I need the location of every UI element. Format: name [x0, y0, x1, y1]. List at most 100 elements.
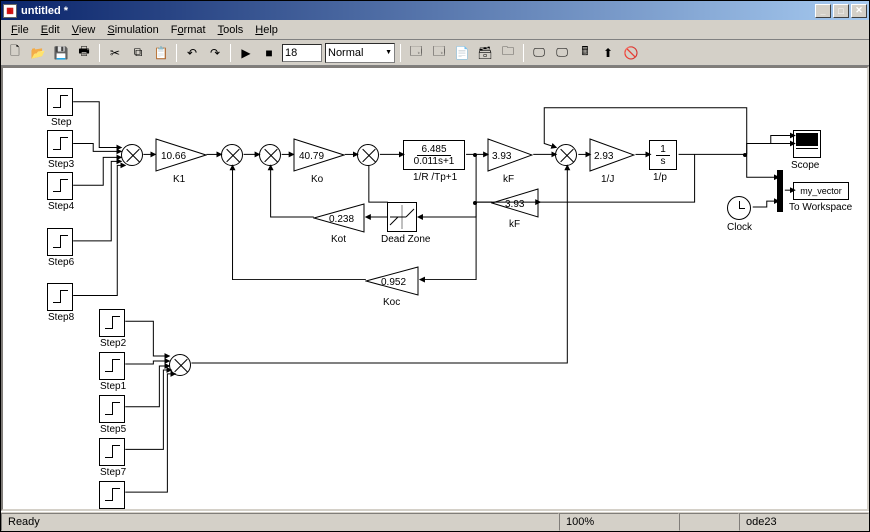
simulink-window: ▦ untitled * _ □ ✕ FFileile Edit View Si…: [0, 0, 870, 532]
menu-file[interactable]: FFileile: [5, 22, 35, 38]
sum1[interactable]: [121, 144, 143, 166]
gain-k1[interactable]: 10.66: [155, 138, 207, 172]
block-step5[interactable]: [99, 395, 125, 423]
label-kf: kF: [503, 174, 514, 185]
redo-button[interactable]: ↷: [205, 43, 225, 63]
label-invp: 1/p: [653, 172, 667, 183]
label-step3: Step3: [48, 159, 74, 170]
titlebar: ▦ untitled * _ □ ✕: [1, 1, 869, 20]
svg-text:10.66: 10.66: [161, 151, 186, 162]
label-koc: Koc: [383, 297, 400, 308]
label-clock: Clock: [727, 222, 752, 233]
block-step9[interactable]: [99, 481, 125, 509]
stop-time-field[interactable]: [282, 44, 322, 62]
block-step2[interactable]: [99, 309, 125, 337]
block-step6[interactable]: [47, 228, 73, 256]
label-step2: Step2: [100, 338, 126, 349]
icon-7[interactable]: 🖵: [552, 43, 572, 63]
icon-4[interactable]: 🗃: [475, 43, 495, 63]
signal-wires: [3, 68, 867, 509]
menu-format[interactable]: Format: [165, 22, 212, 38]
copy-button[interactable]: ⧉: [128, 43, 148, 63]
block-scope[interactable]: [793, 130, 821, 158]
svg-text:2.93: 2.93: [594, 151, 614, 162]
undo-button[interactable]: ↶: [182, 43, 202, 63]
block-step[interactable]: [47, 88, 73, 116]
node: [473, 153, 477, 157]
label-step5: Step5: [100, 424, 126, 435]
label-ws: To Workspace: [789, 202, 852, 213]
icon-8[interactable]: 🖩: [575, 43, 595, 63]
svg-text:3.93: 3.93: [492, 151, 512, 162]
svg-text:40.79: 40.79: [299, 151, 324, 162]
status-solver: ode23: [739, 513, 869, 531]
label-ko: Ko: [311, 174, 323, 185]
label-scope: Scope: [791, 160, 819, 171]
menu-edit[interactable]: Edit: [35, 22, 66, 38]
block-step4[interactable]: [47, 172, 73, 200]
gain-kf2[interactable]: 3.93: [491, 188, 539, 218]
gain-kf[interactable]: 3.93: [487, 138, 533, 172]
cut-button[interactable]: ✂: [105, 43, 125, 63]
toolbar: 🗋 📂 💾 🖶 ✂ ⧉ 📋 ↶ ↷ ▶ ■ Normal 🗔 🗔 📄 🗃 🗀 🖵…: [1, 40, 869, 66]
block-step3[interactable]: [47, 130, 73, 158]
label-step9: Step9: [100, 510, 126, 511]
block-integrator[interactable]: 1 s: [649, 140, 677, 170]
label-step4: Step4: [48, 201, 74, 212]
model-canvas[interactable]: Step Step3 Step4 Step6 Step8 Step2 Step1…: [1, 66, 869, 511]
label-invj: 1/J: [601, 174, 614, 185]
menu-help[interactable]: Help: [249, 22, 284, 38]
label-k1: K1: [173, 174, 185, 185]
open-button[interactable]: 📂: [28, 43, 48, 63]
block-step1[interactable]: [99, 352, 125, 380]
label-dz: Dead Zone: [381, 234, 430, 245]
minimize-button[interactable]: _: [815, 4, 831, 18]
start-button[interactable]: ▶: [236, 43, 256, 63]
label-kot: Kot: [331, 234, 346, 245]
icon-10[interactable]: 🚫: [621, 43, 641, 63]
block-deadzone[interactable]: [387, 202, 417, 232]
status-ready: Ready: [1, 513, 559, 531]
icon-1[interactable]: 🗔: [406, 43, 426, 63]
label-step6: Step6: [48, 257, 74, 268]
menu-tools[interactable]: Tools: [212, 22, 250, 38]
sum2[interactable]: [221, 144, 243, 166]
block-clock[interactable]: [727, 196, 751, 220]
block-step7[interactable]: [99, 438, 125, 466]
menu-view[interactable]: View: [66, 22, 102, 38]
node: [743, 153, 747, 157]
sim-mode-select[interactable]: Normal: [325, 43, 395, 63]
icon-2[interactable]: 🗔: [429, 43, 449, 63]
print-button[interactable]: 🖶: [74, 43, 94, 63]
block-tf[interactable]: 6.485 0.011s+1: [403, 140, 465, 170]
icon-6[interactable]: 🖵: [529, 43, 549, 63]
sum5[interactable]: [555, 144, 577, 166]
block-mux[interactable]: [777, 170, 783, 212]
gain-ko[interactable]: 40.79: [293, 138, 345, 172]
label-step8: Step8: [48, 312, 74, 323]
gain-invj[interactable]: 2.93: [589, 138, 635, 172]
menu-simulation[interactable]: Simulation: [101, 22, 164, 38]
label-step7: Step7: [100, 467, 126, 478]
svg-text:0.238: 0.238: [329, 214, 354, 225]
maximize-button[interactable]: □: [833, 4, 849, 18]
label-step1: Step1: [100, 381, 126, 392]
block-workspace[interactable]: my_vector: [793, 182, 849, 200]
gain-kot[interactable]: 0.238: [313, 203, 365, 233]
block-step8[interactable]: [47, 283, 73, 311]
sum6[interactable]: [169, 354, 191, 376]
statusbar: Ready 100% ode23: [1, 511, 869, 531]
svg-text:0.952: 0.952: [381, 277, 406, 288]
sum3[interactable]: [259, 144, 281, 166]
new-button[interactable]: 🗋: [5, 43, 25, 63]
save-button[interactable]: 💾: [51, 43, 71, 63]
icon-3[interactable]: 📄: [452, 43, 472, 63]
close-button[interactable]: ✕: [851, 4, 867, 18]
icon-9[interactable]: ⬆: [598, 43, 618, 63]
sum4[interactable]: [357, 144, 379, 166]
stop-button[interactable]: ■: [259, 43, 279, 63]
svg-text:3.93: 3.93: [505, 199, 525, 210]
paste-button[interactable]: 📋: [151, 43, 171, 63]
gain-koc[interactable]: 0.952: [365, 266, 419, 296]
icon-5[interactable]: 🗀: [498, 43, 518, 63]
